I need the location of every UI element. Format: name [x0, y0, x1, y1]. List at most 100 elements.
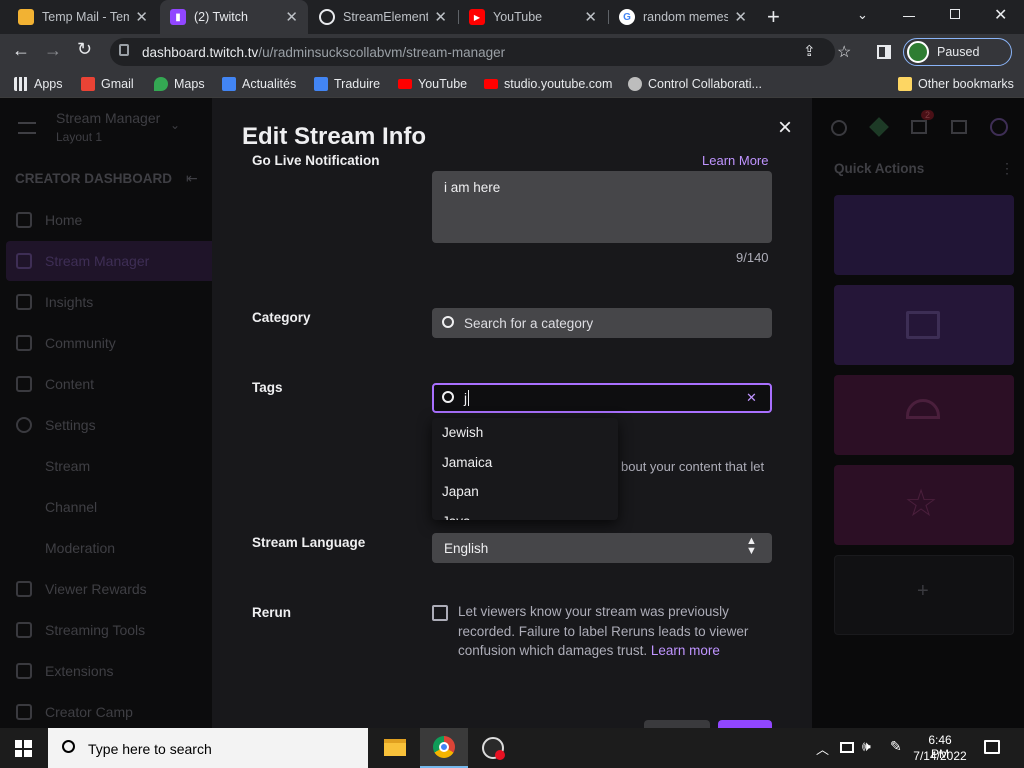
collapse-sidebar-icon[interactable]: ⇤	[186, 170, 198, 187]
taskbar-search-box[interactable]: Type here to search	[48, 728, 368, 768]
back-button[interactable]: ←	[12, 40, 30, 61]
prime-icon[interactable]	[869, 117, 889, 137]
hamburger-menu-icon[interactable]	[18, 122, 36, 134]
gear-icon	[16, 417, 32, 433]
translate-icon	[314, 77, 328, 91]
close-tab-icon[interactable]: ✕	[584, 8, 597, 26]
done-button[interactable]	[718, 720, 772, 728]
file-explorer-icon[interactable]	[384, 739, 406, 756]
clock-date[interactable]: 7/14/2022	[910, 749, 970, 763]
bookmark-actualites[interactable]: Actualités	[222, 70, 296, 98]
clear-input-icon[interactable]: ✕	[746, 390, 757, 406]
category-search-input[interactable]: Search for a category	[432, 308, 772, 338]
close-tab-icon[interactable]: ✕	[135, 8, 148, 26]
bookmark-other[interactable]: Other bookmarks	[898, 70, 1014, 98]
restore-window-button[interactable]	[950, 9, 960, 19]
sidebar-item-stream[interactable]: Stream	[45, 458, 90, 474]
sidebar-item-content[interactable]: Content	[16, 376, 94, 392]
quick-action-tile-clip[interactable]	[834, 285, 1014, 365]
obs-taskbar-icon[interactable]	[482, 737, 505, 760]
insights-icon	[16, 294, 32, 310]
reload-button[interactable]: ↻	[77, 39, 92, 60]
tab-temp-mail[interactable]: Temp Mail - Tem ✕	[8, 0, 158, 34]
chrome-taskbar-active[interactable]	[420, 728, 468, 768]
go-live-notification-textarea[interactable]: i am here	[432, 171, 772, 243]
profile-paused-button[interactable]: Paused	[903, 38, 1012, 66]
stream-language-select[interactable]: English ▲ ▼	[432, 533, 772, 563]
help-icon[interactable]	[831, 120, 847, 136]
side-panel-icon[interactable]	[877, 45, 891, 59]
notification-center-icon[interactable]	[984, 740, 1000, 754]
bookmark-youtube[interactable]: YouTube	[398, 70, 467, 98]
minimize-window-button[interactable]	[903, 16, 915, 17]
whispers-icon[interactable]	[951, 120, 967, 134]
pen-icon[interactable]: ✎	[890, 738, 902, 755]
sidebar-item-streaming-tools[interactable]: Streaming Tools	[16, 622, 145, 638]
chevron-down-icon[interactable]: ⌄	[170, 118, 180, 132]
bookmark-gmail[interactable]: Gmail	[81, 70, 134, 98]
sidebar-item-extensions[interactable]: Extensions	[16, 663, 113, 679]
show-hidden-icons-icon[interactable]: ︿	[816, 739, 829, 758]
forward-button[interactable]: →	[44, 40, 62, 61]
quick-action-tile-star[interactable]: ☆	[834, 465, 1014, 545]
learn-more-link[interactable]: Learn More	[702, 153, 768, 168]
camp-icon	[16, 704, 32, 720]
close-tab-icon[interactable]: ✕	[434, 8, 447, 26]
character-count: 9/140	[736, 250, 769, 265]
sidebar-item-moderation[interactable]: Moderation	[45, 540, 115, 556]
bookmark-control-collaboration[interactable]: Control Collaborati...	[628, 70, 762, 98]
close-window-button[interactable]: ✕	[994, 5, 1007, 25]
tab-streamelements[interactable]: StreamElements ✕	[309, 0, 457, 34]
tab-search-icon[interactable]: ⌄	[857, 7, 868, 23]
sidebar-item-viewer-rewards[interactable]: Viewer Rewards	[16, 581, 147, 597]
bookmark-apps[interactable]: Apps	[14, 70, 63, 98]
sidebar-item-stream-manager[interactable]: Stream Manager	[16, 253, 149, 269]
more-options-icon[interactable]: ⋮	[1000, 160, 1014, 177]
sidebar-item-settings[interactable]: Settings	[16, 417, 96, 433]
sidebar-item-home[interactable]: Home	[16, 212, 82, 228]
windows-start-icon[interactable]	[15, 740, 32, 757]
sidebar-item-creator-camp[interactable]: Creator Camp	[16, 704, 133, 720]
youtube-icon	[484, 79, 498, 89]
notification-badge: 2	[921, 110, 935, 120]
volume-icon[interactable]: 🕪	[862, 738, 871, 755]
sidebar-item-community[interactable]: Community	[16, 335, 116, 351]
cancel-button[interactable]	[644, 720, 710, 728]
bookmark-traduire[interactable]: Traduire	[314, 70, 380, 98]
add-quick-action-button[interactable]: +	[834, 555, 1014, 635]
tag-option[interactable]: Japan	[432, 477, 618, 507]
close-tab-icon[interactable]: ✕	[285, 8, 298, 26]
inbox-icon[interactable]	[911, 120, 927, 134]
tag-option[interactable]: Java	[432, 507, 618, 520]
bookmark-studio-youtube[interactable]: studio.youtube.com	[484, 70, 612, 98]
bookmark-star-icon[interactable]: ☆	[837, 42, 851, 62]
address-bar[interactable]: dashboard.twitch.tv/u/radminsuckscollabv…	[110, 38, 835, 66]
stream-manager-icon	[16, 253, 32, 269]
collabvm-icon	[628, 77, 642, 91]
go-live-notification-label: Go Live Notification	[252, 153, 380, 168]
tab-twitch[interactable]: ▮ (2) Twitch ✕	[160, 0, 308, 34]
tags-label: Tags	[252, 380, 283, 395]
quick-action-tile-1[interactable]	[834, 195, 1014, 275]
quick-action-tile-raid[interactable]	[834, 375, 1014, 455]
stream-language-label: Stream Language	[252, 535, 366, 550]
streamelements-favicon-icon	[319, 9, 335, 25]
url-domain: dashboard.twitch.tv	[142, 45, 259, 60]
sidebar-item-channel[interactable]: Channel	[45, 499, 97, 515]
network-icon[interactable]	[840, 742, 854, 753]
share-icon[interactable]: ⇪	[803, 42, 816, 60]
close-tab-icon[interactable]: ✕	[734, 8, 747, 26]
close-icon[interactable]: ×	[778, 114, 792, 142]
new-tab-button[interactable]: +	[767, 4, 780, 30]
tab-youtube[interactable]: ▶ YouTube ✕	[459, 0, 607, 34]
tag-option[interactable]: Jamaica	[432, 448, 618, 478]
tab-random-memes[interactable]: G random memes ✕	[609, 0, 757, 34]
user-avatar-icon[interactable]	[990, 118, 1008, 136]
rerun-learn-more-link[interactable]: Learn more	[651, 643, 720, 658]
sidebar-item-insights[interactable]: Insights	[16, 294, 93, 310]
search-icon	[62, 740, 75, 753]
tags-search-input[interactable]: j ✕	[432, 383, 772, 413]
rerun-checkbox[interactable]	[432, 605, 448, 621]
bookmark-maps[interactable]: Maps	[154, 70, 205, 98]
tag-option[interactable]: Jewish	[432, 418, 618, 448]
